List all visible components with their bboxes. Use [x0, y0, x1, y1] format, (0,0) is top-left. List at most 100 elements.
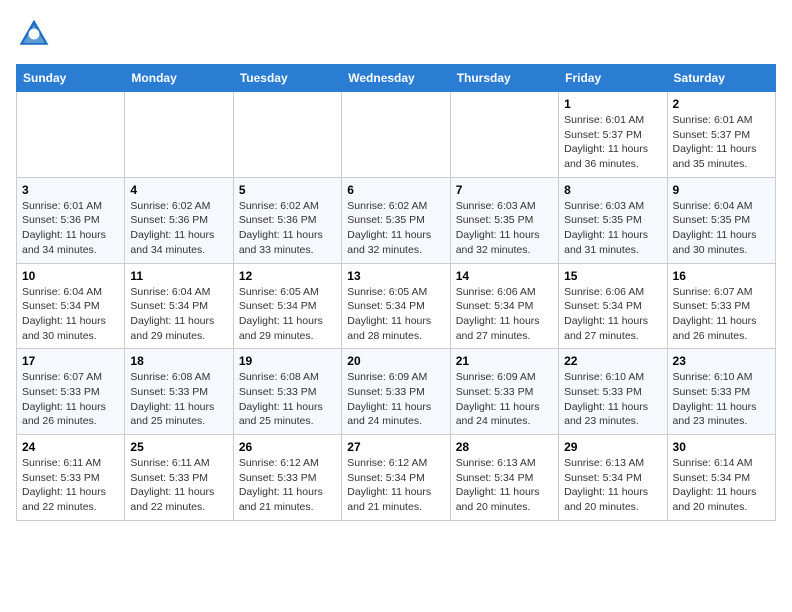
calendar-cell: 21 Sunrise: 6:09 AM Sunset: 5:33 PM Dayli…	[450, 349, 558, 435]
calendar-cell: 20 Sunrise: 6:09 AM Sunset: 5:33 PM Dayli…	[342, 349, 450, 435]
day-info: Sunrise: 6:08 AM Sunset: 5:33 PM Dayligh…	[239, 370, 336, 429]
calendar-cell: 1 Sunrise: 6:01 AM Sunset: 5:37 PM Daylig…	[559, 92, 667, 178]
day-info: Sunrise: 6:05 AM Sunset: 5:34 PM Dayligh…	[239, 285, 336, 344]
calendar-cell: 19 Sunrise: 6:08 AM Sunset: 5:33 PM Dayli…	[233, 349, 341, 435]
day-number: 15	[564, 269, 661, 283]
weekday-header-tuesday: Tuesday	[233, 65, 341, 92]
calendar-cell	[342, 92, 450, 178]
day-info: Sunrise: 6:01 AM Sunset: 5:36 PM Dayligh…	[22, 199, 119, 258]
day-info: Sunrise: 6:10 AM Sunset: 5:33 PM Dayligh…	[564, 370, 661, 429]
calendar-cell: 8Sunrise: 6:03 AM Sunset: 5:35 PM Daylig…	[559, 177, 667, 263]
day-number: 4	[130, 183, 227, 197]
day-number: 20	[347, 354, 444, 368]
day-info: Sunrise: 6:04 AM Sunset: 5:34 PM Dayligh…	[22, 285, 119, 344]
calendar-cell: 17 Sunrise: 6:07 AM Sunset: 5:33 PM Dayli…	[17, 349, 125, 435]
day-number: 9	[673, 183, 770, 197]
calendar-cell: 27 Sunrise: 6:12 AM Sunset: 5:34 PM Dayli…	[342, 435, 450, 521]
day-info: Sunrise: 6:06 AM Sunset: 5:34 PM Dayligh…	[564, 285, 661, 344]
calendar-cell: 4 Sunrise: 6:02 AM Sunset: 5:36 PM Daylig…	[125, 177, 233, 263]
day-number: 13	[347, 269, 444, 283]
calendar-cell: 28 Sunrise: 6:13 AM Sunset: 5:34 PM Dayli…	[450, 435, 558, 521]
week-row-2: 3 Sunrise: 6:01 AM Sunset: 5:36 PM Daylig…	[17, 177, 776, 263]
calendar-cell	[125, 92, 233, 178]
day-info: Sunrise: 6:12 AM Sunset: 5:33 PM Dayligh…	[239, 456, 336, 515]
calendar-cell: 30 Sunrise: 6:14 AM Sunset: 5:34 PM Dayli…	[667, 435, 775, 521]
day-number: 19	[239, 354, 336, 368]
calendar-cell: 15 Sunrise: 6:06 AM Sunset: 5:34 PM Dayli…	[559, 263, 667, 349]
day-info: Sunrise: 6:02 AM Sunset: 5:35 PM Dayligh…	[347, 199, 444, 258]
day-info: Sunrise: 6:03 AM Sunset: 5:35 PM Dayligh…	[564, 199, 661, 258]
day-number: 2	[673, 97, 770, 111]
week-row-3: 10 Sunrise: 6:04 AM Sunset: 5:34 PM Dayli…	[17, 263, 776, 349]
day-number: 5	[239, 183, 336, 197]
day-info: Sunrise: 6:13 AM Sunset: 5:34 PM Dayligh…	[564, 456, 661, 515]
day-number: 28	[456, 440, 553, 454]
day-info: Sunrise: 6:08 AM Sunset: 5:33 PM Dayligh…	[130, 370, 227, 429]
day-number: 1	[564, 97, 661, 111]
calendar-cell: 14 Sunrise: 6:06 AM Sunset: 5:34 PM Dayli…	[450, 263, 558, 349]
day-info: Sunrise: 6:14 AM Sunset: 5:34 PM Dayligh…	[673, 456, 770, 515]
day-info: Sunrise: 6:11 AM Sunset: 5:33 PM Dayligh…	[22, 456, 119, 515]
day-info: Sunrise: 6:05 AM Sunset: 5:34 PM Dayligh…	[347, 285, 444, 344]
day-number: 26	[239, 440, 336, 454]
week-row-5: 24Sunrise: 6:11 AM Sunset: 5:33 PM Dayli…	[17, 435, 776, 521]
day-info: Sunrise: 6:06 AM Sunset: 5:34 PM Dayligh…	[456, 285, 553, 344]
day-number: 16	[673, 269, 770, 283]
day-number: 7	[456, 183, 553, 197]
calendar-cell: 12 Sunrise: 6:05 AM Sunset: 5:34 PM Dayli…	[233, 263, 341, 349]
weekday-header-thursday: Thursday	[450, 65, 558, 92]
calendar-cell: 29 Sunrise: 6:13 AM Sunset: 5:34 PM Dayli…	[559, 435, 667, 521]
day-number: 22	[564, 354, 661, 368]
calendar-cell: 22 Sunrise: 6:10 AM Sunset: 5:33 PM Dayli…	[559, 349, 667, 435]
calendar-cell: 26 Sunrise: 6:12 AM Sunset: 5:33 PM Dayli…	[233, 435, 341, 521]
day-info: Sunrise: 6:09 AM Sunset: 5:33 PM Dayligh…	[347, 370, 444, 429]
calendar-cell: 3 Sunrise: 6:01 AM Sunset: 5:36 PM Daylig…	[17, 177, 125, 263]
day-info: Sunrise: 6:11 AM Sunset: 5:33 PM Dayligh…	[130, 456, 227, 515]
day-info: Sunrise: 6:12 AM Sunset: 5:34 PM Dayligh…	[347, 456, 444, 515]
day-number: 30	[673, 440, 770, 454]
logo-icon	[16, 16, 52, 52]
calendar-cell	[450, 92, 558, 178]
day-number: 21	[456, 354, 553, 368]
day-number: 27	[347, 440, 444, 454]
calendar-cell: 23 Sunrise: 6:10 AM Sunset: 5:33 PM Dayli…	[667, 349, 775, 435]
calendar-cell: 24Sunrise: 6:11 AM Sunset: 5:33 PM Dayli…	[17, 435, 125, 521]
day-info: Sunrise: 6:10 AM Sunset: 5:33 PM Dayligh…	[673, 370, 770, 429]
weekday-header-wednesday: Wednesday	[342, 65, 450, 92]
calendar-cell: 25 Sunrise: 6:11 AM Sunset: 5:33 PM Dayli…	[125, 435, 233, 521]
calendar-cell: 11 Sunrise: 6:04 AM Sunset: 5:34 PM Dayli…	[125, 263, 233, 349]
day-info: Sunrise: 6:03 AM Sunset: 5:35 PM Dayligh…	[456, 199, 553, 258]
day-info: Sunrise: 6:13 AM Sunset: 5:34 PM Dayligh…	[456, 456, 553, 515]
day-info: Sunrise: 6:01 AM Sunset: 5:37 PM Dayligh…	[673, 113, 770, 172]
day-number: 29	[564, 440, 661, 454]
day-info: Sunrise: 6:01 AM Sunset: 5:37 PM Dayligh…	[564, 113, 661, 172]
day-number: 23	[673, 354, 770, 368]
calendar-cell: 13 Sunrise: 6:05 AM Sunset: 5:34 PM Dayli…	[342, 263, 450, 349]
calendar-cell: 9 Sunrise: 6:04 AM Sunset: 5:35 PM Daylig…	[667, 177, 775, 263]
day-info: Sunrise: 6:02 AM Sunset: 5:36 PM Dayligh…	[130, 199, 227, 258]
weekday-header-row: SundayMondayTuesdayWednesdayThursdayFrid…	[17, 65, 776, 92]
calendar-cell: 7 Sunrise: 6:03 AM Sunset: 5:35 PM Daylig…	[450, 177, 558, 263]
day-number: 25	[130, 440, 227, 454]
week-row-1: 1 Sunrise: 6:01 AM Sunset: 5:37 PM Daylig…	[17, 92, 776, 178]
day-info: Sunrise: 6:04 AM Sunset: 5:35 PM Dayligh…	[673, 199, 770, 258]
day-number: 18	[130, 354, 227, 368]
day-number: 10	[22, 269, 119, 283]
day-info: Sunrise: 6:09 AM Sunset: 5:33 PM Dayligh…	[456, 370, 553, 429]
calendar-cell: 18 Sunrise: 6:08 AM Sunset: 5:33 PM Dayli…	[125, 349, 233, 435]
calendar-cell: 2 Sunrise: 6:01 AM Sunset: 5:37 PM Daylig…	[667, 92, 775, 178]
calendar-cell	[233, 92, 341, 178]
calendar-cell: 10 Sunrise: 6:04 AM Sunset: 5:34 PM Dayli…	[17, 263, 125, 349]
calendar-cell: 5 Sunrise: 6:02 AM Sunset: 5:36 PM Daylig…	[233, 177, 341, 263]
week-row-4: 17 Sunrise: 6:07 AM Sunset: 5:33 PM Dayli…	[17, 349, 776, 435]
calendar-cell: 16Sunrise: 6:07 AM Sunset: 5:33 PM Dayli…	[667, 263, 775, 349]
day-number: 11	[130, 269, 227, 283]
day-info: Sunrise: 6:02 AM Sunset: 5:36 PM Dayligh…	[239, 199, 336, 258]
day-info: Sunrise: 6:07 AM Sunset: 5:33 PM Dayligh…	[22, 370, 119, 429]
day-number: 17	[22, 354, 119, 368]
day-number: 12	[239, 269, 336, 283]
day-info: Sunrise: 6:04 AM Sunset: 5:34 PM Dayligh…	[130, 285, 227, 344]
day-number: 14	[456, 269, 553, 283]
weekday-header-monday: Monday	[125, 65, 233, 92]
day-number: 3	[22, 183, 119, 197]
